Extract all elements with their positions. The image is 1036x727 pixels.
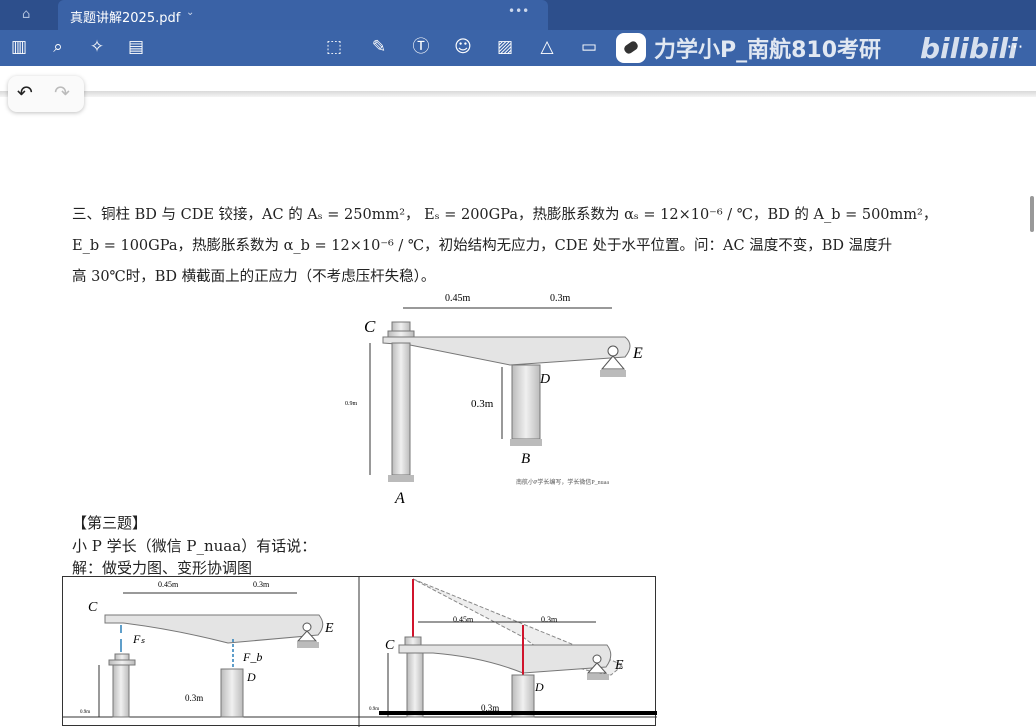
watermark-text: 力学小P_南航810考研 bbox=[654, 38, 882, 63]
home-icon[interactable]: ⌂ bbox=[22, 7, 30, 22]
bilibili-logo: bilibili bbox=[920, 32, 1018, 65]
structure-figure: 0.45m 0.3m 0.9m 0.3m C D E A B 南航小P学长编写，… bbox=[345, 293, 643, 507]
solution-step: 解：做受力图、变形协调图 bbox=[72, 559, 253, 577]
support-b bbox=[510, 439, 542, 446]
column-bd bbox=[220, 668, 244, 718]
label-c: C bbox=[364, 317, 376, 336]
column-ac bbox=[391, 342, 411, 476]
question-line-1: 三、铜柱 BD 与 CDE 铰接，AC 的 Aₛ = 250mm²， Eₛ = … bbox=[72, 207, 938, 223]
dim-label: 0.3m bbox=[550, 293, 571, 304]
scrollbar[interactable] bbox=[1030, 196, 1034, 232]
dim-label: 0.45m bbox=[445, 293, 471, 304]
support-a bbox=[388, 475, 414, 482]
solution-figures: 0.45m 0.3m C E Fₛ F_b D 0.3m 0.9m 0.45m … bbox=[62, 576, 657, 727]
dim-label: 0.9m bbox=[369, 707, 379, 712]
lasso-select-icon[interactable]: ⬚ bbox=[323, 36, 345, 58]
label-fb: F_b bbox=[242, 650, 262, 664]
question-line-3: 高 30℃时，BD 横截面上的正应力（不考虑压杆失稳）。 bbox=[72, 269, 436, 285]
pin-e bbox=[607, 345, 619, 357]
dim-label: 0.3m bbox=[541, 615, 558, 624]
solution-heading: 【第三题】 bbox=[72, 514, 148, 532]
label-e: E bbox=[324, 621, 334, 636]
label-d: D bbox=[534, 680, 544, 694]
sticker-icon[interactable]: ☺ bbox=[452, 36, 474, 58]
search-icon[interactable]: ⌕ bbox=[47, 36, 69, 58]
dim-label: 0.9m bbox=[80, 710, 90, 715]
beam-cde bbox=[398, 644, 612, 674]
ai-sparkle-icon[interactable]: ✧ bbox=[86, 36, 108, 58]
tab-document[interactable]: 真题讲解2025.pdf ⌄ ••• bbox=[58, 0, 548, 30]
pen-icon[interactable]: ✎ bbox=[368, 36, 390, 58]
beam-cde bbox=[382, 336, 631, 366]
credit-text: 南航小P学长编写，学长微信P_nuaa bbox=[516, 478, 609, 486]
image-icon[interactable]: ▨ bbox=[494, 36, 516, 58]
support-e bbox=[600, 370, 626, 377]
dim-label: 0.45m bbox=[158, 580, 179, 589]
label-d: D bbox=[246, 670, 256, 684]
solution-intro: 小 P 学长（微信 P_nuaa）有话说： bbox=[72, 537, 317, 555]
undo-icon[interactable]: ↶ bbox=[17, 82, 33, 104]
label-e: E bbox=[614, 658, 624, 673]
document-settings-icon[interactable]: ▤ bbox=[125, 36, 147, 58]
label-c: C bbox=[88, 600, 98, 615]
dim-label: 0.3m bbox=[253, 580, 270, 589]
column-ac bbox=[406, 652, 424, 718]
laser-pointer-icon[interactable] bbox=[616, 33, 646, 63]
redo-icon[interactable]: ↷ bbox=[54, 82, 70, 104]
text-box-icon[interactable]: Ⓣ bbox=[410, 36, 432, 58]
dim-label: 0.9m bbox=[345, 401, 358, 407]
undo-redo-control: ↶ ↷ bbox=[8, 76, 84, 112]
tab-title: 真题讲解2025.pdf bbox=[70, 11, 181, 26]
page-separator bbox=[0, 91, 1036, 97]
label-a: A bbox=[394, 490, 405, 507]
dim-label: 0.3m bbox=[471, 398, 494, 410]
dim-label: 0.45m bbox=[453, 615, 474, 624]
label-e: E bbox=[632, 345, 643, 362]
more-icon[interactable]: ••• bbox=[508, 4, 529, 18]
column-bd bbox=[511, 364, 541, 440]
label-fs: Fₛ bbox=[132, 632, 145, 646]
dim-label: 0.3m bbox=[185, 693, 203, 703]
label-b: B bbox=[521, 451, 530, 467]
sidebar-icon[interactable]: ▥ bbox=[8, 36, 30, 58]
shapes-icon[interactable]: △ bbox=[536, 36, 558, 58]
tab-bar: ⌂ 真题讲解2025.pdf ⌄ ••• bbox=[0, 0, 1036, 30]
note-icon[interactable]: ▭ bbox=[578, 36, 600, 58]
chevron-down-icon[interactable]: ⌄ bbox=[186, 7, 194, 18]
question-line-2: E_b = 100GPa，热膨胀系数为 α_b = 12×10⁻⁶ / ℃，初始… bbox=[72, 238, 893, 254]
label-c: C bbox=[385, 638, 395, 653]
label-d: D bbox=[539, 372, 550, 387]
column-ac bbox=[112, 664, 130, 718]
column-bd bbox=[511, 674, 535, 718]
watermark: 力学小P_南航810考研 bbox=[616, 33, 881, 63]
column-cap bbox=[391, 321, 411, 332]
